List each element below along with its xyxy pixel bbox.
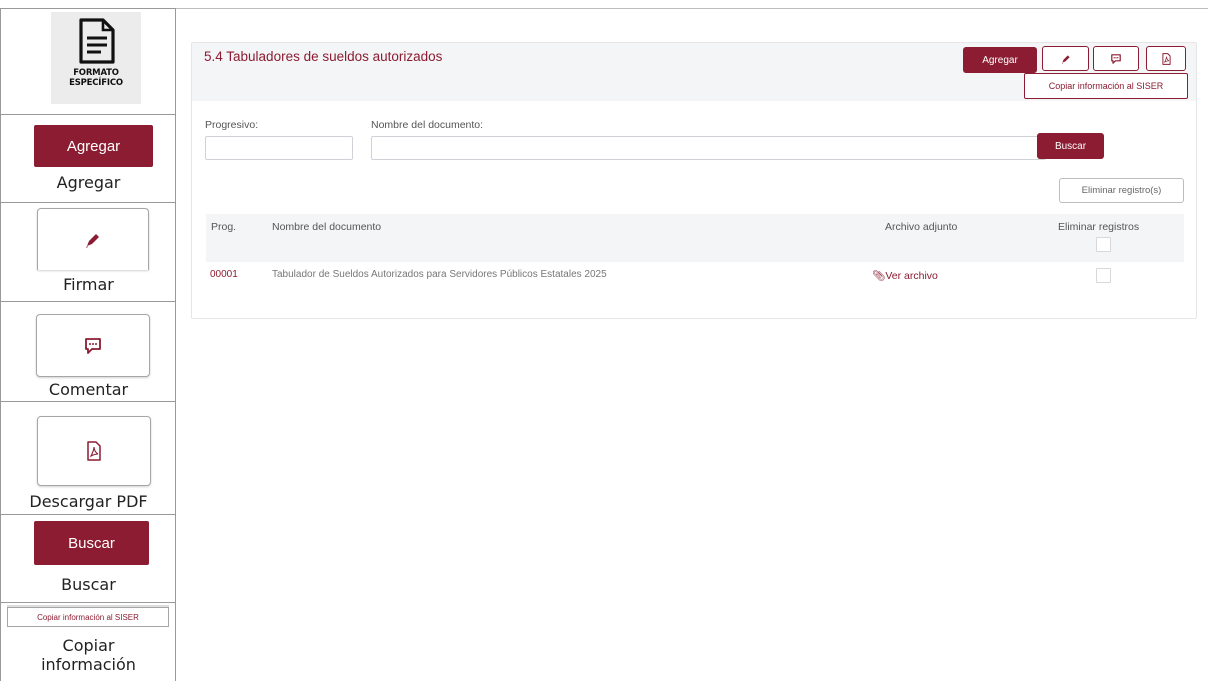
legend-buscar-caption: Buscar [61,575,116,594]
buscar-button[interactable]: Buscar [1037,133,1104,159]
legend-copiar-caption-2: información [41,655,136,674]
row-nombre: Tabulador de Sueldos Autorizados para Se… [272,269,607,280]
col-nombre: Nombre del documento [272,221,382,233]
descargar-pdf-button[interactable] [1146,46,1186,71]
col-prog: Prog. [211,221,237,233]
paperclip-icon: 📎︎ [872,270,886,282]
nombre-label: Nombre del documento: [371,119,484,131]
row-delete-checkbox[interactable] [1096,268,1111,283]
formato-especifico-logo: FORMATO ESPECÍFICO [51,12,141,104]
select-all-checkbox[interactable] [1096,237,1111,252]
top-divider [176,8,1208,9]
legend-firmar-button[interactable] [37,208,149,270]
copiar-siser-button[interactable]: Copiar información al SISER [1024,73,1188,99]
pen-icon [1061,54,1070,64]
legend-copiar-button[interactable]: Copiar información al SISER [7,607,169,627]
legend-comentar-caption: Comentar [48,380,129,399]
panel-title: 5.4 Tabuladores de sueldos autorizados [204,49,443,64]
comment-icon [85,337,101,354]
legend-agregar-cell: Agregar Agregar [1,115,176,203]
ver-archivo-link[interactable]: 📎︎Ver archivo [872,269,938,282]
legend-logo-cell: FORMATO ESPECÍFICO [1,9,176,115]
ver-archivo-label: Ver archivo [885,270,938,282]
legend-comentar-cell: Comentar [1,302,176,402]
tabuladores-panel: 5.4 Tabuladores de sueldos autorizados A… [191,42,1197,319]
legend-copiar-cell: Copiar información al SISER Copiar infor… [1,603,176,681]
legend-pdf-cell: Descargar PDF [1,402,176,515]
logo-line-2: ESPECÍFICO [69,78,123,88]
comment-icon [1111,53,1121,64]
document-icon [79,18,115,64]
agregar-button[interactable]: Agregar [963,47,1037,73]
legend-copiar-caption-1: Copiar [62,636,115,655]
legend-firmar-cell: Firmar [1,203,176,302]
col-archivo: Archivo adjunto [885,221,958,233]
progresivo-label: Progresivo: [205,119,259,131]
firmar-button[interactable] [1042,46,1089,71]
nombre-input[interactable] [371,136,1046,160]
legend-firmar-caption: Firmar [63,275,114,294]
legend-pdf-caption: Descargar PDF [29,492,148,511]
comentar-button[interactable] [1093,46,1139,71]
pen-icon [86,233,99,248]
pdf-icon [87,441,101,461]
progresivo-input[interactable] [205,136,353,160]
eliminar-registros-button[interactable]: Eliminar registro(s) [1059,178,1184,203]
table-header: Prog. Nombre del documento Archivo adjun… [206,214,1184,262]
logo-line-1: FORMATO [73,68,119,78]
legend-comentar-button[interactable] [36,314,150,377]
logo-text: FORMATO ESPECÍFICO [51,68,141,88]
button-legend: FORMATO ESPECÍFICO Agregar Agregar Firma… [0,8,176,681]
pdf-icon [1161,52,1171,65]
legend-buscar-button[interactable]: Buscar [34,521,149,565]
legend-agregar-button[interactable]: Agregar [34,125,153,167]
legend-pdf-button[interactable] [37,416,151,486]
row-prog: 00001 [210,269,238,280]
legend-agregar-caption: Agregar [56,173,121,192]
col-eliminar: Eliminar registros [1058,221,1140,233]
legend-buscar-cell: Buscar Buscar [1,515,176,603]
